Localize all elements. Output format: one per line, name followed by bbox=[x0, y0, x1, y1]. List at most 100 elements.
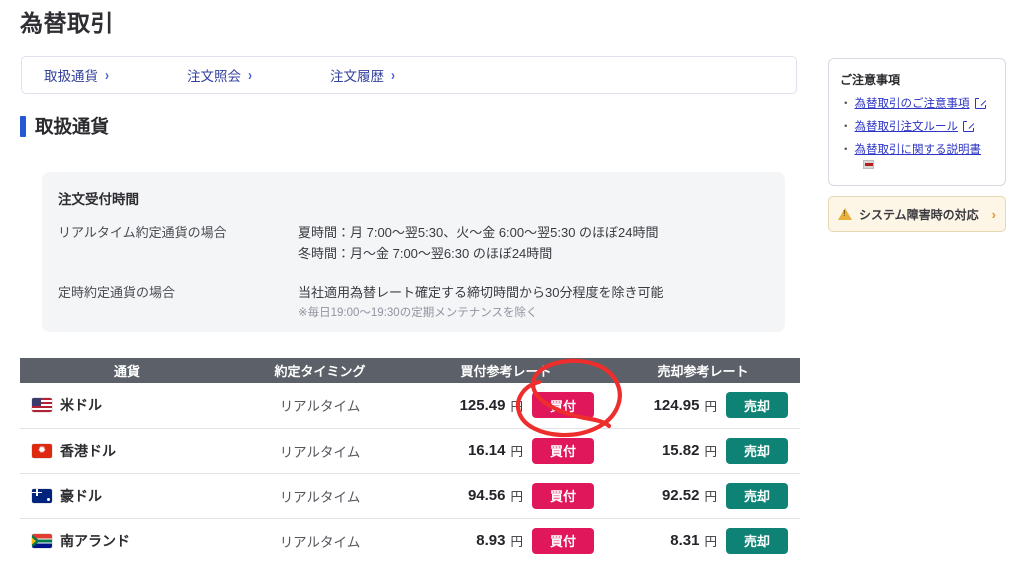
tab-order-inquiry[interactable]: 注文照会 › bbox=[187, 65, 252, 85]
table-header: 通貨 約定タイミング 買付参考レート 売却参考レート bbox=[20, 358, 800, 383]
south-africa-flag-icon bbox=[32, 533, 52, 548]
forex-trading-page: 為替取引 取扱通貨 › 注文照会 › 注文履歴 › 取扱通貨 注文受付時間 リア… bbox=[0, 0, 1024, 562]
buy-button[interactable]: 買付 bbox=[532, 437, 594, 464]
notice-link-row: ・ 為替取引のご注意事項 bbox=[840, 96, 994, 112]
order-hours-title: 注文受付時間 bbox=[58, 192, 139, 207]
buy-button[interactable]: 買付 bbox=[532, 392, 594, 419]
summer-hours-text: 夏時間：月 7:00〜翌5:30、火〜金 6:00〜翌5:30 のほぼ24時間 bbox=[298, 225, 659, 240]
fixed-time-hours-text: 当社適用為替レート確定する締切時間から30分程度を除き可能 bbox=[298, 285, 664, 300]
realtime-currency-value: 夏時間：月 7:00〜翌5:30、火〜金 6:00〜翌5:30 のほぼ24時間 … bbox=[298, 222, 659, 264]
order-hours-panel: 注文受付時間 リアルタイム約定通貨の場合 夏時間：月 7:00〜翌5:30、火〜… bbox=[42, 172, 785, 332]
chevron-right-icon: › bbox=[248, 66, 252, 84]
sell-button[interactable]: 売却 bbox=[726, 437, 788, 464]
section-heading-text: 取扱通貨 bbox=[35, 116, 110, 137]
cell-timing: リアルタイム bbox=[234, 428, 406, 474]
sell-button[interactable]: 売却 bbox=[726, 527, 788, 554]
cell-buy-rate: 8.93 円 買付 bbox=[406, 518, 606, 562]
cell-timing: リアルタイム bbox=[279, 534, 361, 550]
cell-sell-rate: 15.82 円 売却 bbox=[606, 428, 800, 474]
us-flag-icon bbox=[32, 398, 52, 413]
currency-name: 豪ドル bbox=[60, 487, 102, 504]
col-buy-rate: 買付参考レート bbox=[406, 358, 606, 383]
col-currency: 通貨 bbox=[20, 358, 234, 383]
buy-button[interactable]: 買付 bbox=[532, 482, 594, 509]
yen-unit: 円 bbox=[510, 399, 523, 414]
system-failure-response-button[interactable]: システム障害時の対応 › bbox=[828, 196, 1006, 232]
notice-link-order-rules[interactable]: 為替取引注文ルール bbox=[855, 119, 959, 135]
page-title: 為替取引 bbox=[20, 10, 114, 36]
buy-rate-value: 16.14 bbox=[467, 442, 506, 459]
bullet-marker: ・ bbox=[840, 98, 852, 110]
warning-triangle-icon bbox=[838, 208, 852, 220]
bullet-marker: ・ bbox=[840, 144, 852, 156]
cell-timing: リアルタイム bbox=[234, 473, 406, 519]
cell-timing: リアルタイム bbox=[234, 383, 406, 429]
yen-unit: 円 bbox=[704, 535, 717, 550]
notice-link-explanation-wrap: 為替取引に関する説明書 bbox=[855, 142, 982, 169]
buy-rate-value: 125.49 bbox=[459, 396, 506, 414]
notice-link-row: ・ 為替取引注文ルール bbox=[840, 119, 994, 135]
tab-handled-currencies[interactable]: 取扱通貨 › bbox=[44, 65, 109, 85]
winter-hours-text: 冬時間：月〜金 7:00〜翌6:30 のほぼ24時間 bbox=[298, 246, 553, 261]
fixed-time-currency-label: 定時約定通貨の場合 bbox=[58, 285, 176, 300]
tab-order-history[interactable]: 注文履歴 › bbox=[330, 65, 395, 85]
cell-buy-rate: 16.14 円 買付 bbox=[406, 428, 606, 474]
chevron-right-icon: › bbox=[391, 66, 395, 84]
external-link-icon bbox=[974, 97, 987, 109]
table-body: 米ドル リアルタイム 125.49 円 買付 124.95 円 売却 ✹ 香港ド… bbox=[20, 383, 800, 562]
heading-accent-bar bbox=[20, 115, 26, 137]
tab-order-history-label: 注文履歴 bbox=[330, 69, 384, 84]
notice-card: ご注意事項 ・ 為替取引のご注意事項 ・ 為替取引注文ルール ・ 為替取引に関す… bbox=[828, 58, 1006, 186]
chevron-right-icon: › bbox=[991, 206, 996, 222]
sell-rate-value: 8.31 bbox=[670, 532, 700, 550]
buy-rate-value: 94.56 bbox=[467, 487, 506, 504]
yen-unit: 円 bbox=[510, 445, 523, 459]
cell-currency: 豪ドル bbox=[20, 473, 234, 519]
buy-button[interactable]: 買付 bbox=[532, 527, 594, 554]
currency-name: 香港ドル bbox=[60, 442, 116, 459]
table-row: 豪ドル リアルタイム 94.56 円 買付 92.52 円 売却 bbox=[20, 473, 800, 519]
col-timing: 約定タイミング bbox=[234, 358, 406, 383]
maintenance-note: ※毎日19:00〜19:30の定期メンテナンスを除く bbox=[298, 307, 538, 319]
currency-name: 南アランド bbox=[60, 532, 130, 549]
cell-currency: 米ドル bbox=[20, 383, 234, 429]
chevron-right-icon: › bbox=[105, 66, 109, 84]
currency-rate-table: 通貨 約定タイミング 買付参考レート 売却参考レート 米ドル リアルタイム 12… bbox=[20, 358, 800, 562]
tab-handled-currencies-label: 取扱通貨 bbox=[44, 69, 98, 84]
section-heading: 取扱通貨 bbox=[20, 113, 109, 139]
sell-rate-value: 92.52 bbox=[661, 487, 700, 504]
buy-rate-value: 8.93 bbox=[476, 532, 506, 550]
order-hours-row: リアルタイム約定通貨の場合 夏時間：月 7:00〜翌5:30、火〜金 6:00〜… bbox=[58, 222, 770, 264]
yen-unit: 円 bbox=[704, 490, 717, 504]
cell-currency: 南アランド bbox=[20, 518, 234, 562]
bullet-marker: ・ bbox=[840, 121, 852, 133]
tab-navigation: 取扱通貨 › 注文照会 › 注文履歴 › bbox=[21, 56, 797, 94]
cell-sell-rate: 92.52 円 売却 bbox=[606, 473, 800, 519]
yen-unit: 円 bbox=[510, 490, 523, 504]
notice-link-trading-precautions[interactable]: 為替取引のご注意事項 bbox=[855, 96, 970, 112]
external-link-icon bbox=[963, 120, 975, 132]
sell-button[interactable]: 売却 bbox=[726, 482, 788, 509]
cell-sell-rate: 8.31 円 売却 bbox=[606, 518, 800, 562]
sell-rate-value: 15.82 bbox=[661, 442, 700, 459]
yen-unit: 円 bbox=[704, 445, 717, 459]
notice-link-explanation-document[interactable]: 為替取引に関する説明書 bbox=[855, 144, 982, 156]
yen-unit: 円 bbox=[510, 535, 523, 550]
col-sell-rate: 売却参考レート bbox=[606, 358, 800, 383]
cell-currency: 香港ドル bbox=[20, 428, 234, 474]
notice-card-title: ご注意事項 bbox=[840, 73, 901, 87]
sell-button[interactable]: 売却 bbox=[726, 392, 788, 419]
cell-buy-rate: 94.56 円 買付 bbox=[406, 473, 606, 519]
cell-sell-rate: 124.95 円 売却 bbox=[606, 383, 800, 429]
yen-unit: 円 bbox=[704, 399, 717, 414]
currency-name: 米ドル bbox=[60, 397, 102, 414]
table-row: 南アランド リアルタイム 8.93 円 買付 8.31 円 売却 bbox=[20, 518, 800, 562]
fixed-time-currency-value: 当社適用為替レート確定する締切時間から30分程度を除き可能 ※毎日19:00〜1… bbox=[298, 282, 663, 324]
australia-flag-icon bbox=[32, 488, 52, 503]
tab-order-inquiry-label: 注文照会 bbox=[187, 69, 241, 84]
cell-buy-rate: 125.49 円 買付 bbox=[406, 383, 606, 429]
table-header-row: 通貨 約定タイミング 買付参考レート 売却参考レート bbox=[20, 358, 800, 383]
system-failure-button-label: システム障害時の対応 bbox=[859, 207, 979, 222]
pdf-icon bbox=[862, 160, 874, 169]
hong-kong-flag-icon bbox=[32, 443, 52, 458]
